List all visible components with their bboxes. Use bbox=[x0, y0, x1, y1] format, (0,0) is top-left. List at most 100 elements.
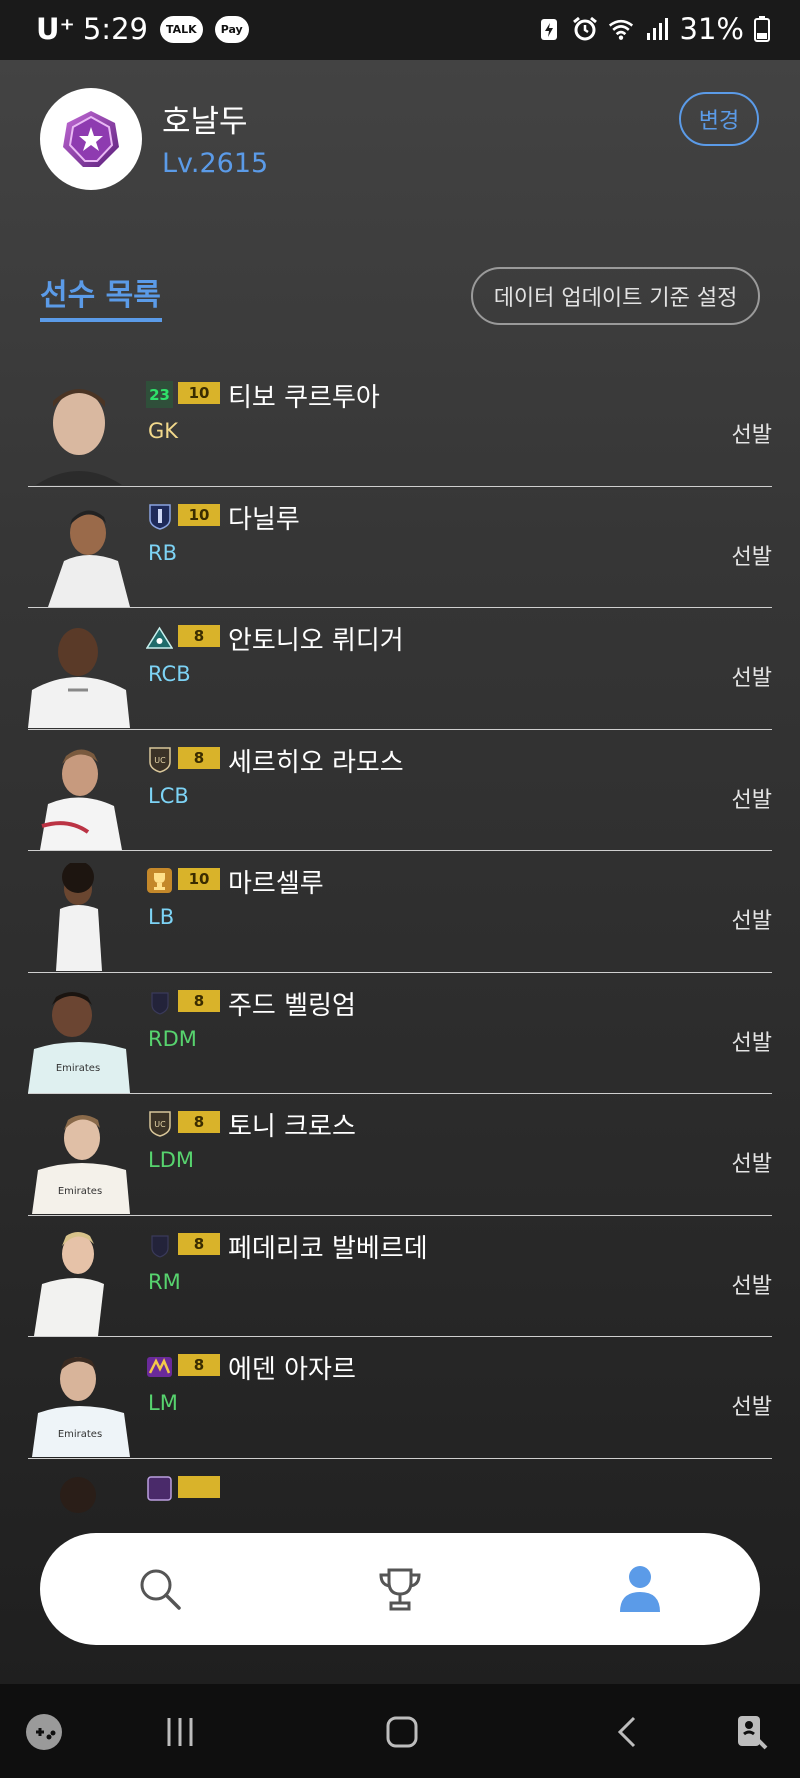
grade-badge: 10 bbox=[178, 382, 220, 404]
player-row[interactable]: 10 마르셀루 LB 선발 bbox=[28, 851, 772, 973]
wifi-icon bbox=[608, 19, 633, 40]
grade-badge: 8 bbox=[178, 989, 220, 1012]
system-navigation-bar bbox=[0, 1684, 800, 1778]
player-row[interactable]: Emirates 8 에덴 아자르 LM 선발 bbox=[28, 1337, 772, 1459]
profile-level: Lv.2615 bbox=[162, 148, 269, 179]
season-badge bbox=[146, 867, 173, 894]
player-list: 23 10 티보 쿠르투아 GK 선발 10 다닐루 RB 선발 8 안토니오 … bbox=[28, 365, 772, 1551]
recent-apps-icon bbox=[167, 1718, 193, 1746]
player-position: RDM bbox=[148, 1026, 197, 1051]
back-button[interactable] bbox=[606, 1710, 650, 1754]
player-position: GK bbox=[148, 419, 179, 443]
svg-text:Emirates: Emirates bbox=[58, 1429, 102, 1440]
player-position: LDM bbox=[148, 1148, 194, 1172]
grade-badge: 10 bbox=[178, 503, 220, 526]
nav-search[interactable] bbox=[120, 1549, 200, 1629]
back-icon bbox=[617, 1716, 636, 1748]
player-name: 세르히오 라모스 bbox=[228, 747, 404, 778]
player-name: 마르셀루 bbox=[228, 869, 324, 899]
grade-badge: 8 bbox=[178, 1111, 220, 1133]
signal-icon bbox=[646, 18, 668, 40]
talk-notification-icon: TALK bbox=[159, 15, 203, 43]
player-status: 선발 bbox=[731, 423, 772, 448]
player-position: LM bbox=[148, 1391, 178, 1415]
data-update-setting-button[interactable]: 데이터 업데이트 기준 설정 bbox=[471, 267, 760, 325]
player-name: 에덴 아자르 bbox=[228, 1355, 356, 1385]
player-row[interactable]: 8 안토니오 뤼디거 RCB 선발 bbox=[28, 608, 772, 730]
player-row[interactable]: 8 페데리코 발베르데 RM 선발 bbox=[28, 1216, 772, 1337]
user-icon bbox=[620, 1566, 660, 1612]
player-photo bbox=[34, 1231, 104, 1336]
battery-percent: 31% bbox=[679, 12, 744, 46]
carrier-label: U⁺ bbox=[36, 12, 75, 46]
player-row[interactable]: 10 다닐루 RB 선발 bbox=[28, 487, 772, 608]
season-badge bbox=[146, 1232, 173, 1259]
nav-ranking[interactable] bbox=[360, 1549, 440, 1629]
status-bar: U⁺ 5:29 TALK Pay 31% bbox=[0, 0, 800, 60]
profile-avatar[interactable] bbox=[40, 88, 142, 190]
pay-notification-icon: Pay bbox=[214, 15, 249, 43]
player-name: 페데리코 발베르데 bbox=[228, 1233, 428, 1264]
player-status: 선발 bbox=[731, 909, 772, 934]
change-profile-button[interactable]: 변경 bbox=[679, 92, 759, 146]
grade-badge: 8 bbox=[178, 746, 220, 769]
player-photo: Emirates bbox=[28, 991, 130, 1093]
season-badge-icon bbox=[150, 1234, 169, 1258]
season-triangle-icon bbox=[146, 626, 173, 649]
player-photo bbox=[40, 748, 122, 850]
battery-saver-icon bbox=[540, 19, 557, 40]
player-status: 선발 bbox=[731, 1030, 772, 1056]
player-row[interactable]: Emirates UC 8 토니 크로스 LDM 선발 bbox=[28, 1094, 772, 1216]
player-status: 선발 bbox=[731, 1395, 772, 1420]
player-photo: Emirates bbox=[32, 1115, 130, 1214]
app-screen: 호날두 Lv.2615 변경 선수 목록 데이터 업데이트 기준 설정 23 1… bbox=[0, 60, 800, 1684]
player-name: 토니 크로스 bbox=[228, 1112, 356, 1142]
season-shield-icon: UC bbox=[148, 1111, 171, 1137]
grade-badge: 10 bbox=[178, 868, 220, 890]
season-trophy-icon bbox=[147, 868, 172, 893]
player-position: LCB bbox=[148, 783, 189, 808]
player-row[interactable]: 23 10 티보 쿠르투아 GK 선발 bbox=[28, 365, 772, 487]
player-name: 안토니오 뤼디거 bbox=[228, 626, 404, 656]
player-status: 선발 bbox=[731, 1152, 772, 1177]
grade-badge: 8 bbox=[178, 1354, 220, 1376]
game-launcher-button[interactable] bbox=[22, 1710, 66, 1754]
season-badge: 23 bbox=[146, 381, 173, 408]
season-badge-icon bbox=[147, 1475, 172, 1501]
svg-text:Emirates: Emirates bbox=[56, 1063, 100, 1074]
player-position: RM bbox=[148, 1269, 181, 1294]
svg-text:UC: UC bbox=[154, 756, 166, 765]
rank-emblem-icon bbox=[63, 111, 119, 167]
season-badge: UC bbox=[146, 746, 173, 773]
season-badge bbox=[146, 624, 173, 651]
battery-icon bbox=[754, 16, 770, 42]
season-badge bbox=[146, 1475, 173, 1502]
player-row[interactable]: UC 8 세르히오 라모스 LCB 선발 bbox=[28, 730, 772, 851]
season-badge: UC bbox=[146, 1110, 173, 1137]
season-emblem-icon bbox=[147, 1356, 172, 1377]
player-status: 선발 bbox=[731, 787, 772, 813]
recent-apps-button[interactable] bbox=[158, 1710, 202, 1754]
accessibility-button[interactable] bbox=[730, 1710, 774, 1754]
profile-name: 호날두 bbox=[162, 104, 248, 140]
nav-profile[interactable] bbox=[600, 1549, 680, 1629]
grade-badge bbox=[178, 1475, 220, 1498]
game-launcher-icon bbox=[26, 1714, 62, 1750]
bottom-navigation bbox=[40, 1533, 760, 1645]
svg-text:Emirates: Emirates bbox=[58, 1186, 102, 1197]
tab-player-list[interactable]: 선수 목록 bbox=[40, 270, 161, 314]
search-icon bbox=[140, 1569, 181, 1610]
home-button[interactable] bbox=[380, 1710, 424, 1754]
svg-text:UC: UC bbox=[154, 1120, 166, 1129]
season-badge bbox=[146, 1353, 173, 1380]
season-shield-icon bbox=[148, 503, 171, 530]
player-name: 다닐루 bbox=[228, 504, 300, 535]
accessibility-icon bbox=[738, 1716, 768, 1750]
season-badge bbox=[146, 989, 173, 1016]
player-row[interactable]: Emirates 8 주드 벨링엄 RDM 선발 bbox=[28, 973, 772, 1094]
player-photo bbox=[56, 863, 102, 971]
player-position: RB bbox=[148, 540, 177, 565]
grade-badge: 8 bbox=[178, 1232, 220, 1255]
player-status: 선발 bbox=[731, 1273, 772, 1299]
player-position: RCB bbox=[148, 662, 191, 686]
